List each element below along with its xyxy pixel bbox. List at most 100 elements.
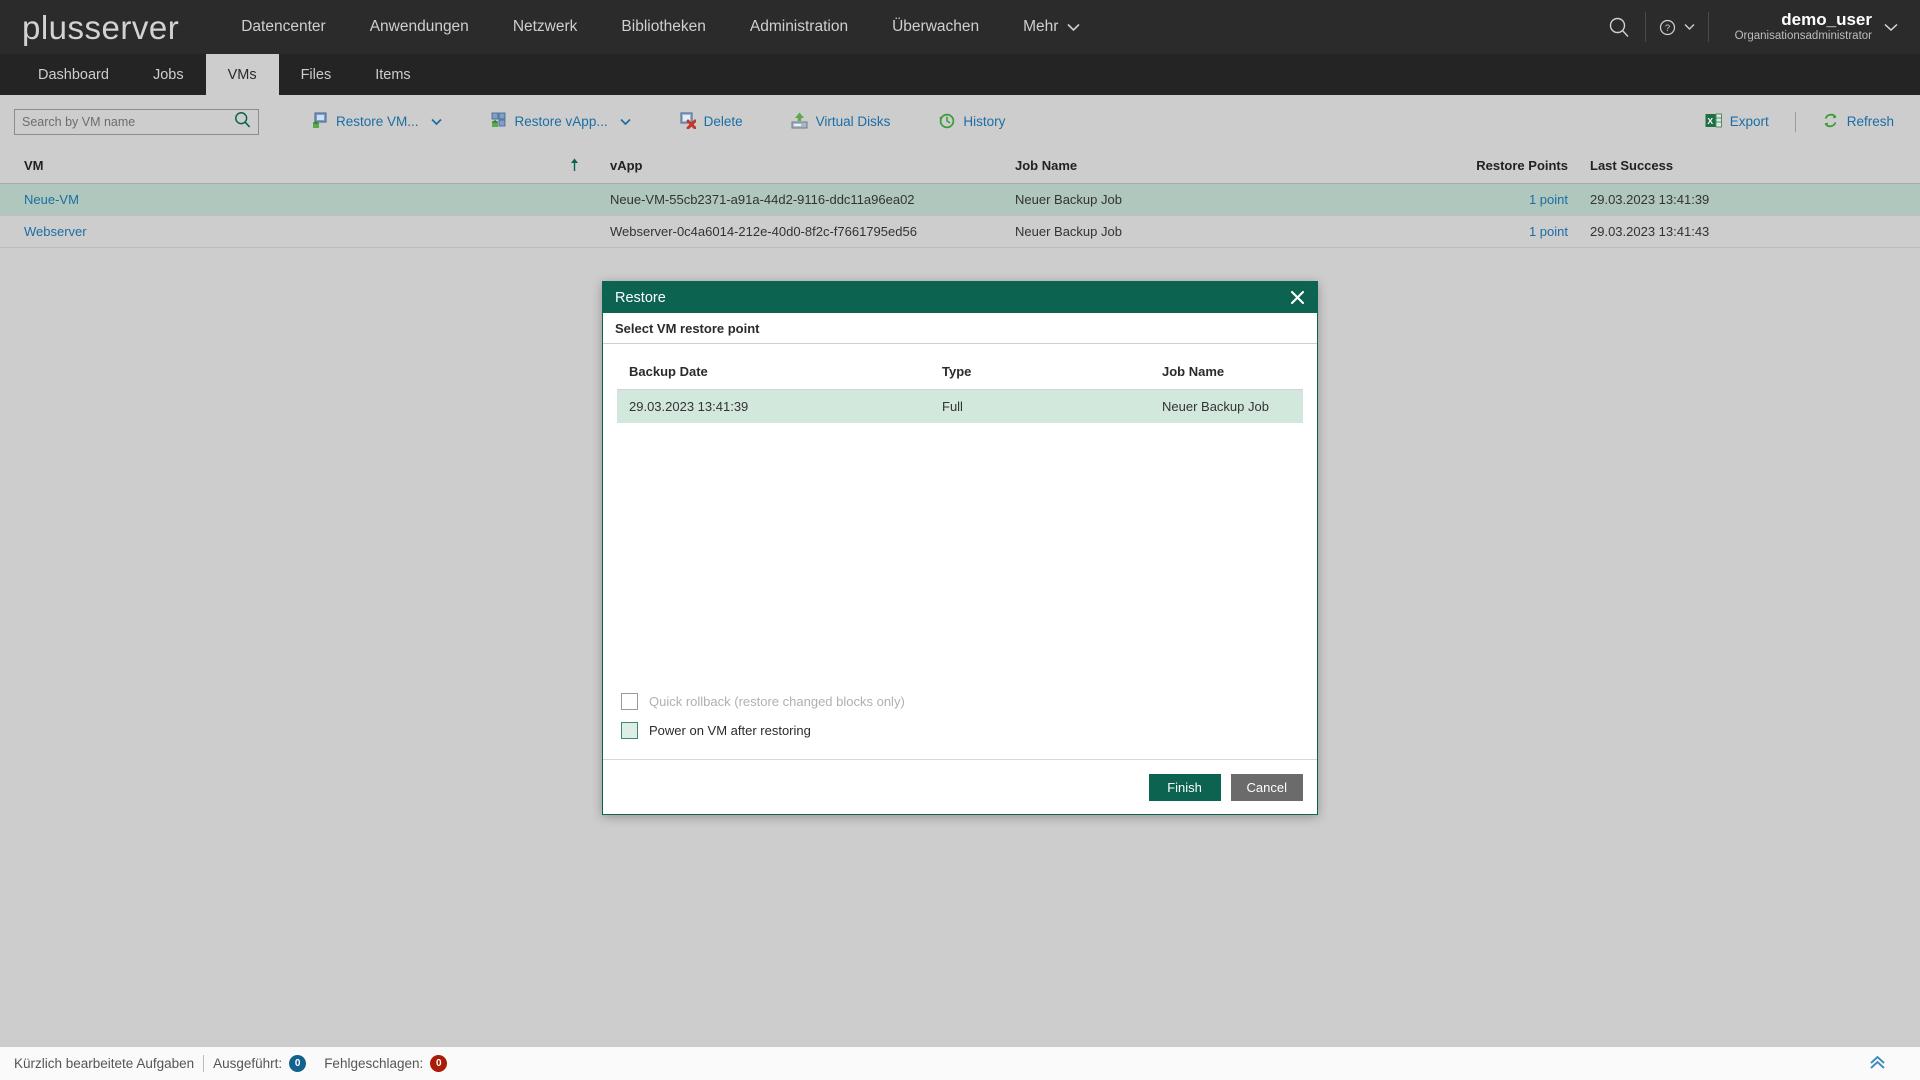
vm-name-link[interactable]: Neue-VM — [24, 192, 79, 207]
vm-toolbar: Restore VM... Restore vApp... — [0, 95, 1920, 148]
column-label: Backup Date — [629, 364, 708, 379]
quick-rollback-checkbox — [621, 693, 638, 710]
column-header-vapp[interactable]: vApp — [610, 148, 1015, 184]
close-icon[interactable] — [1287, 288, 1307, 308]
history-label: History — [963, 114, 1006, 129]
nav-item-mehr[interactable]: Mehr — [1001, 0, 1102, 54]
cell-job-name: Neuer Backup Job — [1015, 183, 1435, 216]
collapse-panel-button[interactable] — [1869, 1055, 1906, 1073]
power-on-option[interactable]: Power on VM after restoring — [617, 716, 1303, 745]
header-right-tools: ? demo_user Organisationsadministrator — [1593, 0, 1920, 54]
user-info: demo_user Organisationsadministrator — [1735, 10, 1872, 43]
virtual-disks-button[interactable]: Virtual Disks — [779, 108, 903, 136]
delete-label: Delete — [703, 114, 743, 129]
cell-backup-date: 29.03.2023 13:41:39 — [617, 389, 942, 423]
table-header-row: VM vApp Job Name Restore Points Last Suc… — [0, 148, 1920, 184]
dialog-body: Backup Date Type Job Name 29.03.2023 13:… — [603, 344, 1317, 759]
nav-item-anwendungen[interactable]: Anwendungen — [348, 0, 491, 54]
finish-button[interactable]: Finish — [1148, 773, 1221, 801]
table-row[interactable]: Webserver Webserver-0c4a6014-212e-40d0-8… — [0, 215, 1920, 248]
tab-label: Items — [375, 66, 411, 83]
restore-vapp-button[interactable]: Restore vApp... — [478, 108, 643, 136]
restore-point-row[interactable]: 29.03.2023 13:41:39 Full Neuer Backup Jo… — [617, 389, 1303, 423]
cell-type: Full — [942, 389, 1162, 423]
quick-rollback-label: Quick rollback (restore changed blocks o… — [649, 694, 905, 709]
delete-button[interactable]: Delete — [667, 108, 755, 136]
toolbar-right-actions: X Export Refresh — [1693, 95, 1906, 148]
nav-item-bibliotheken[interactable]: Bibliotheken — [599, 0, 727, 54]
column-header-type[interactable]: Type — [942, 354, 1162, 390]
restore-vapp-label: Restore vApp... — [514, 114, 608, 129]
search-box[interactable] — [14, 108, 259, 135]
user-role: Organisationsadministrator — [1734, 29, 1872, 42]
refresh-icon — [1822, 112, 1839, 132]
tab-files[interactable]: Files — [279, 54, 354, 95]
table-row[interactable]: Neue-VM Neue-VM-55cb2371-a91a-44d2-9116-… — [0, 183, 1920, 216]
dialog-subtitle: Select VM restore point — [603, 313, 1317, 344]
status-divider — [203, 1055, 205, 1072]
help-circle-icon[interactable]: ? — [1646, 19, 1708, 36]
nav-item-netzwerk[interactable]: Netzwerk — [491, 0, 600, 54]
column-header-backup-date[interactable]: Backup Date — [617, 354, 942, 390]
column-header-restore-points[interactable]: Restore Points — [1435, 148, 1590, 184]
vm-name-link[interactable]: Webserver — [24, 224, 87, 239]
nav-item-ueberwachen[interactable]: Überwachen — [870, 0, 1001, 54]
chevron-down-icon — [1884, 23, 1898, 32]
search-icon[interactable] — [1593, 0, 1645, 54]
cell-vapp: Neue-VM-55cb2371-a91a-44d2-9116-ddc11a96… — [610, 183, 1015, 216]
svg-text:?: ? — [1664, 23, 1669, 34]
excel-export-icon: X — [1705, 112, 1722, 132]
column-header-vm[interactable]: VM — [0, 148, 610, 184]
restore-vm-icon — [311, 112, 328, 132]
executed-label: Ausgeführt: — [213, 1056, 283, 1071]
nav-item-administration[interactable]: Administration — [728, 0, 870, 54]
restore-points-link[interactable]: 1 point — [1529, 192, 1568, 207]
cell-vapp: Webserver-0c4a6014-212e-40d0-8f2c-f76617… — [610, 215, 1015, 248]
column-label: Restore Points — [1476, 158, 1568, 173]
vm-table-wrapper: VM vApp Job Name Restore Points Last Suc… — [0, 148, 1920, 248]
restore-dialog: Restore Select VM restore point Backup D… — [602, 281, 1318, 815]
double-chevron-up-icon — [1869, 1055, 1886, 1073]
user-menu[interactable]: demo_user Organisationsadministrator — [1709, 10, 1920, 43]
failed-label: Fehlgeschlagen: — [324, 1056, 424, 1071]
column-label: vApp — [610, 158, 643, 173]
search-icon[interactable] — [234, 111, 251, 133]
restore-points-link[interactable]: 1 point — [1529, 224, 1568, 239]
quick-rollback-option: Quick rollback (restore changed blocks o… — [617, 687, 1303, 716]
column-header-job-name[interactable]: Job Name — [1015, 148, 1435, 184]
export-button[interactable]: X Export — [1693, 108, 1781, 136]
cancel-button[interactable]: Cancel — [1230, 773, 1303, 801]
tab-vms[interactable]: VMs — [205, 54, 279, 95]
nav-item-datencenter[interactable]: Datencenter — [219, 0, 347, 54]
history-button[interactable]: History — [926, 108, 1017, 136]
chevron-down-icon[interactable] — [619, 114, 631, 129]
nav-label: Mehr — [1023, 18, 1059, 35]
nav-label: Anwendungen — [369, 18, 469, 35]
restore-vapp-icon — [490, 112, 507, 132]
dialog-footer: Finish Cancel — [603, 759, 1317, 814]
global-header: plusserver Datencenter Anwendungen Netzw… — [0, 0, 1920, 54]
recent-tasks-label[interactable]: Kürzlich bearbeitete Aufgaben — [14, 1056, 194, 1071]
chevron-down-icon[interactable] — [430, 114, 442, 129]
column-header-last-success[interactable]: Last Success — [1590, 148, 1920, 184]
user-name: demo_user — [1781, 10, 1872, 30]
failed-status: Fehlgeschlagen: 0 — [324, 1055, 448, 1072]
virtual-disks-icon — [791, 112, 808, 132]
tab-jobs[interactable]: Jobs — [131, 54, 206, 95]
search-input[interactable] — [22, 114, 234, 129]
restore-vm-button[interactable]: Restore VM... — [299, 108, 454, 136]
dialog-title: Restore — [615, 289, 666, 306]
svg-text:X: X — [1707, 116, 1713, 126]
refresh-button[interactable]: Refresh — [1810, 108, 1906, 136]
sort-ascending-icon — [569, 157, 580, 174]
nav-label: Administration — [749, 18, 849, 35]
tab-dashboard[interactable]: Dashboard — [16, 54, 131, 95]
column-label: VM — [24, 158, 44, 173]
brand-logo[interactable]: plusserver — [22, 11, 179, 44]
status-bar: Kürzlich bearbeitete Aufgaben Ausgeführt… — [0, 1046, 1920, 1080]
column-label: Type — [942, 364, 972, 379]
tab-items[interactable]: Items — [353, 54, 432, 95]
column-header-job-name[interactable]: Job Name — [1162, 354, 1303, 390]
power-on-checkbox[interactable] — [621, 722, 638, 739]
cell-last-success: 29.03.2023 13:41:39 — [1590, 183, 1920, 216]
